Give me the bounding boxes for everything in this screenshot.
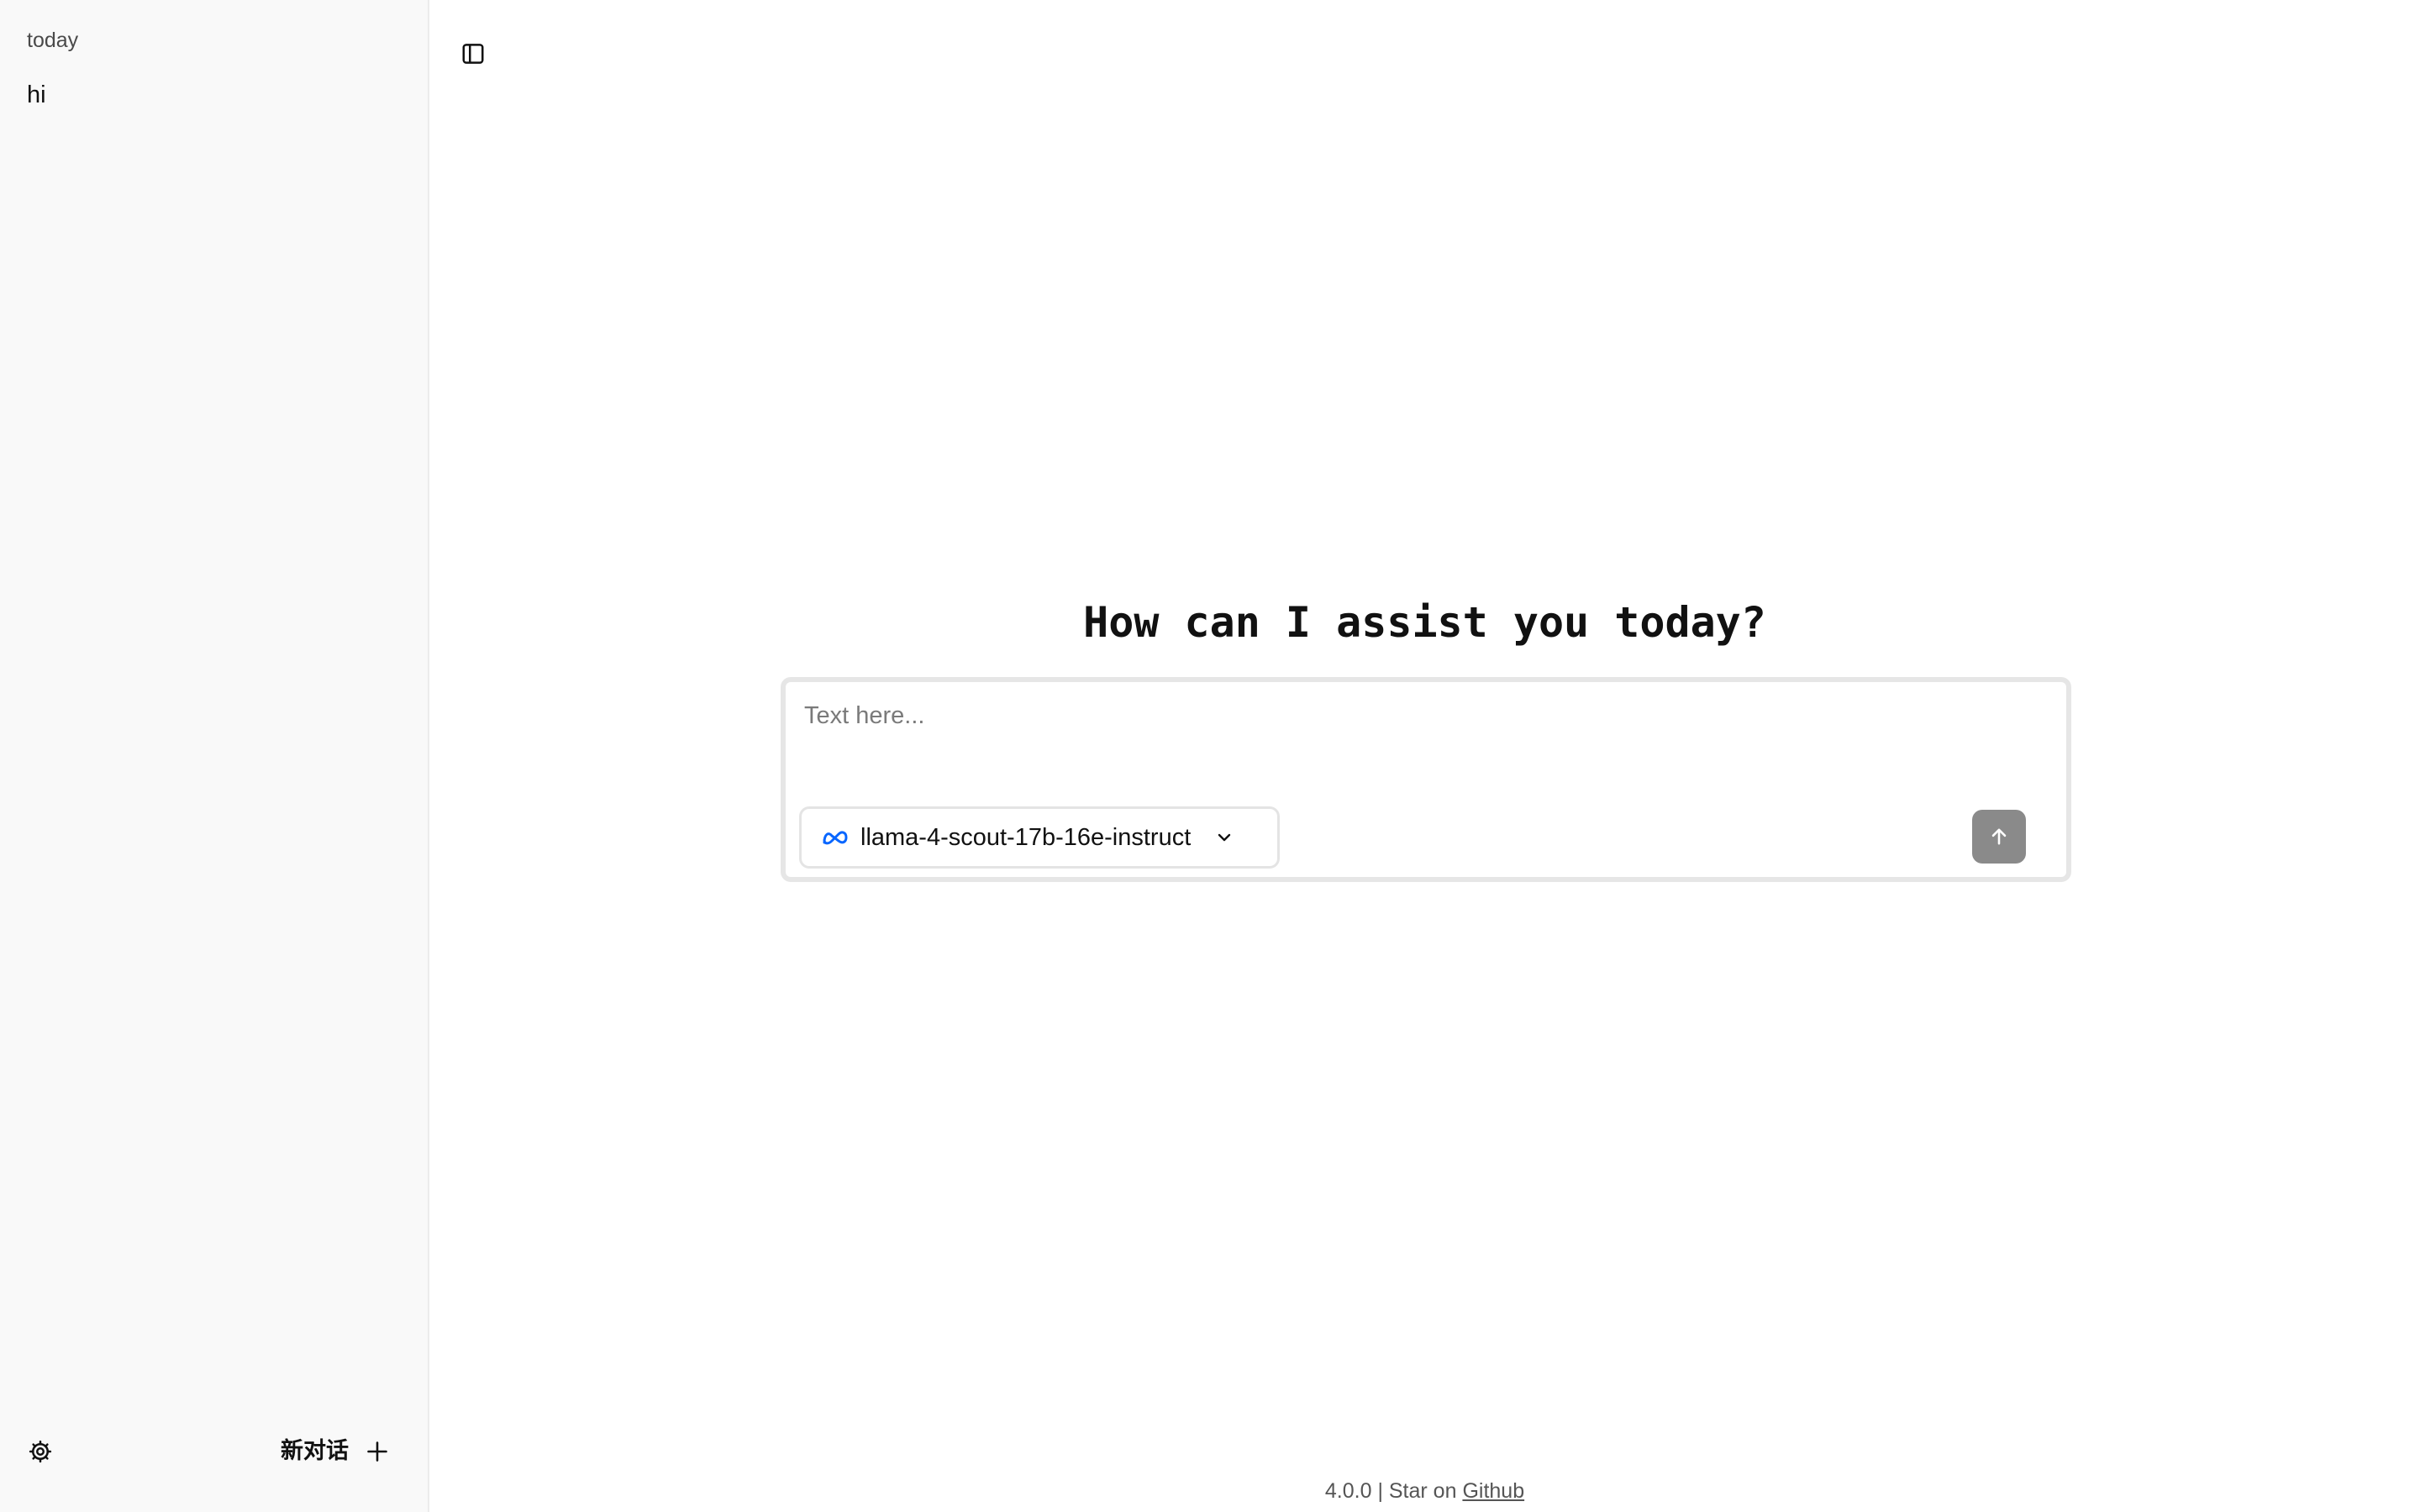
send-button[interactable] xyxy=(1972,810,2026,864)
sidebar: today hi 新对话 xyxy=(0,0,429,1512)
version-footer: 4.0.0 | Star on Github xyxy=(429,1477,2420,1505)
sidebar-toggle-icon xyxy=(462,44,484,64)
model-name: llama-4-scout-17b-16e-instruct xyxy=(860,824,1192,851)
settings-button[interactable] xyxy=(25,1436,55,1467)
chevron-down-icon xyxy=(1214,827,1234,848)
github-link[interactable]: Github xyxy=(1462,1479,1524,1503)
sidebar-toggle-button[interactable] xyxy=(458,39,488,69)
new-chat-button[interactable]: 新对话 xyxy=(281,1433,389,1470)
sidebar-section-today: today xyxy=(27,29,79,52)
version-text: 4.0.0 | Star on xyxy=(1324,1479,1463,1503)
app-root: today hi 新对话 How can I assist you today?… xyxy=(0,0,2420,1512)
plus-icon xyxy=(367,1441,387,1462)
message-input[interactable] xyxy=(804,699,2048,766)
new-chat-label: 新对话 xyxy=(281,1438,349,1464)
meta-logo-icon xyxy=(823,831,848,845)
model-selector[interactable]: llama-4-scout-17b-16e-instruct xyxy=(799,806,1280,869)
gear-icon xyxy=(29,1440,52,1463)
main-panel: How can I assist you today? llama-4-scou… xyxy=(429,0,2420,1512)
sidebar-footer: 新对话 xyxy=(0,1420,428,1512)
arrow-up-icon xyxy=(1991,828,2007,845)
page-headline: How can I assist you today? xyxy=(1083,598,1766,647)
chat-composer: llama-4-scout-17b-16e-instruct xyxy=(781,677,2071,882)
conversation-item[interactable]: hi xyxy=(27,77,397,113)
